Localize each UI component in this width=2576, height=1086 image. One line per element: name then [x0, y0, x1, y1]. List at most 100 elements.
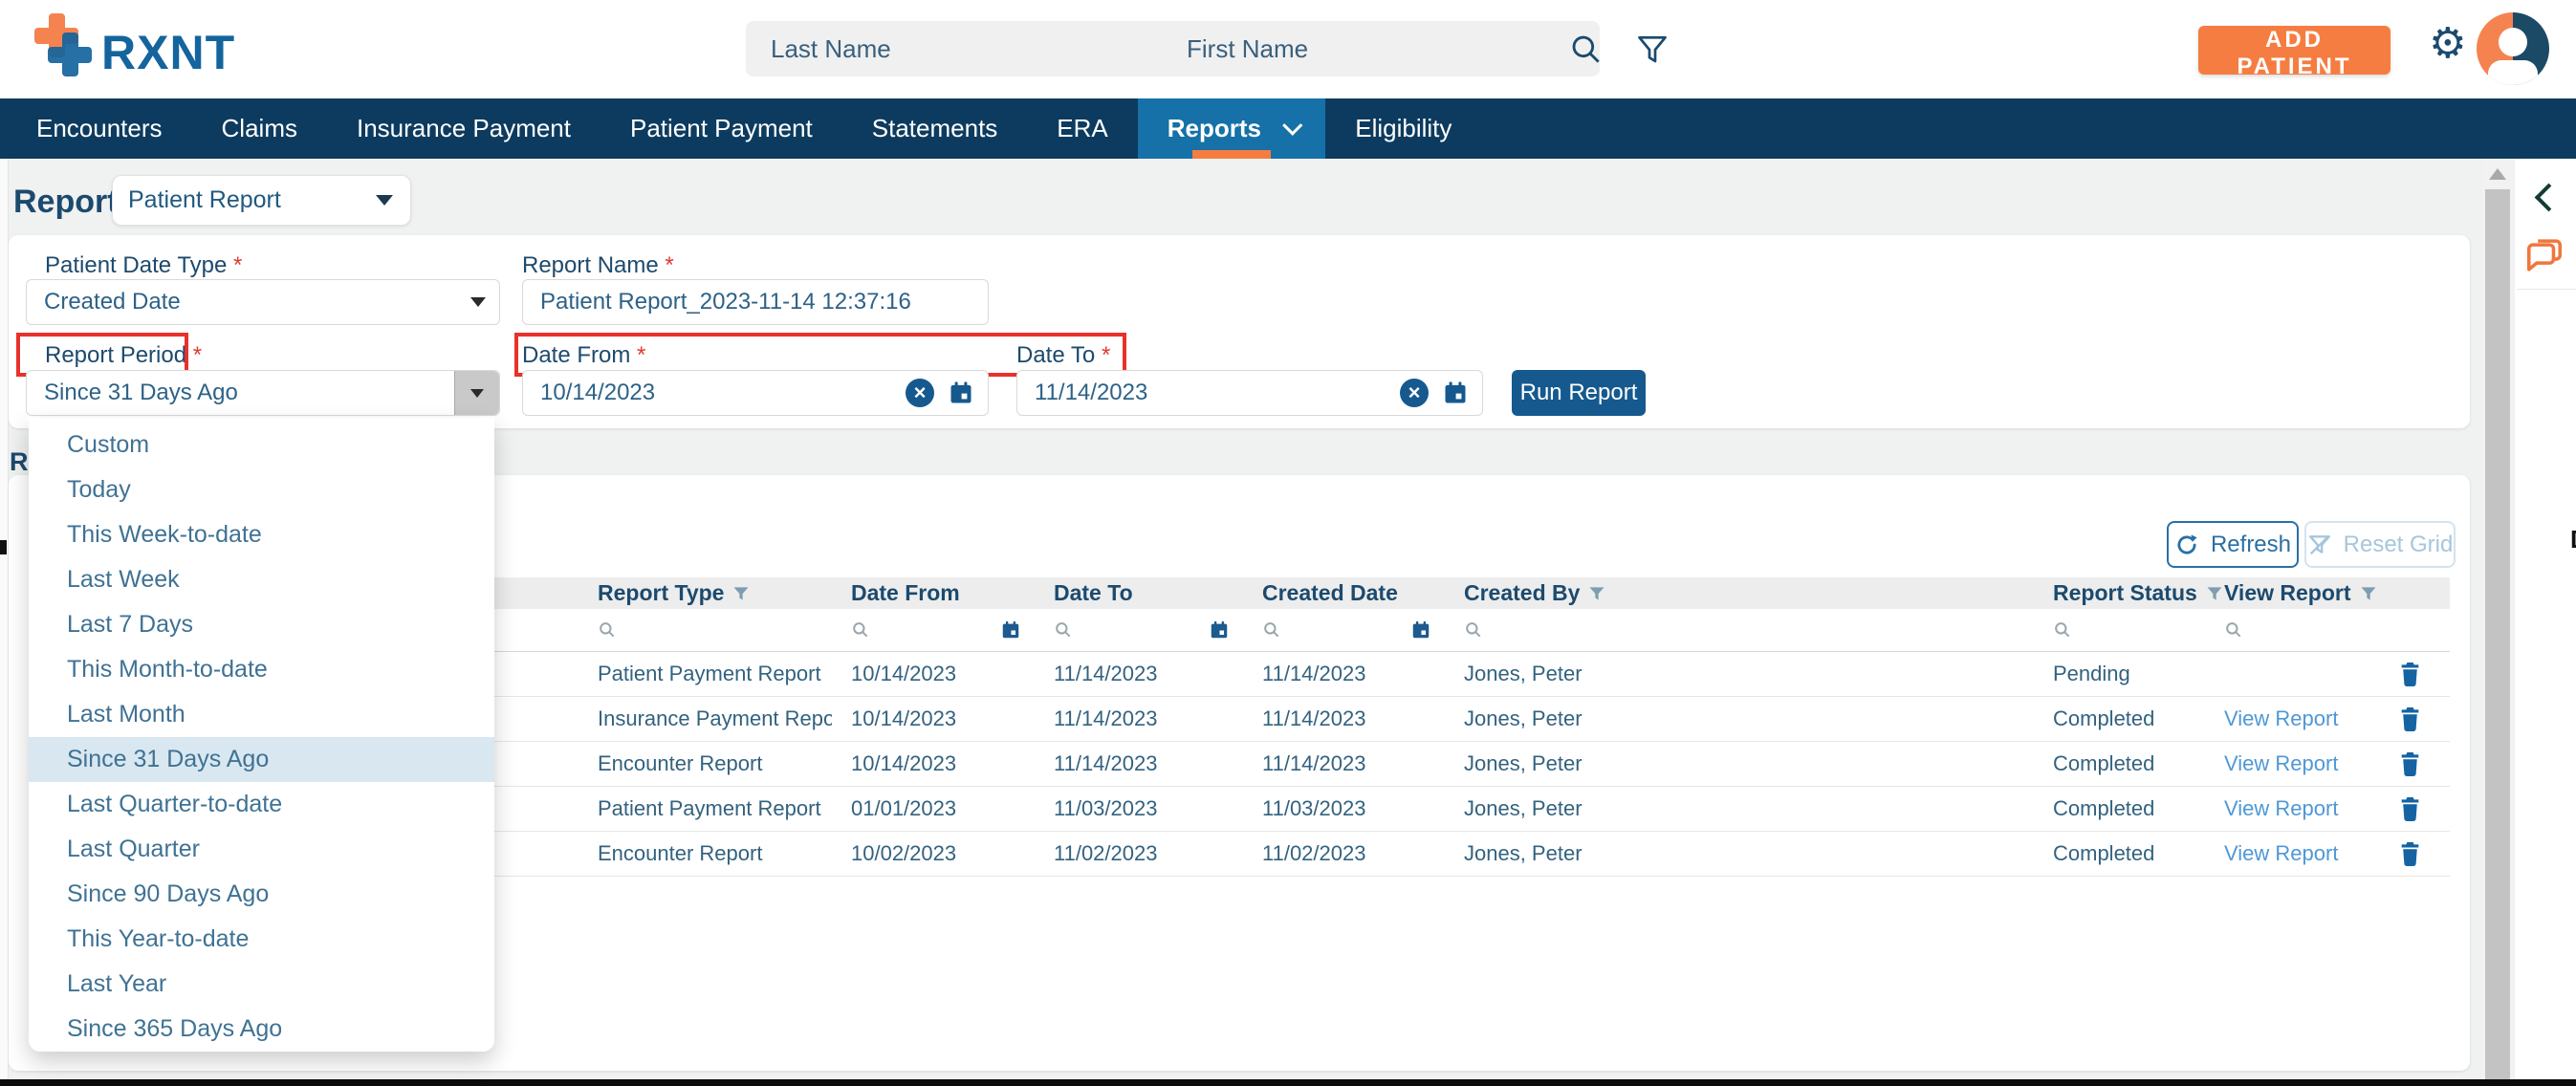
scrollbar-thumb[interactable]	[2485, 189, 2510, 1086]
chevron-down-icon	[376, 195, 393, 206]
dropdown-option[interactable]: Last 7 Days	[29, 602, 494, 647]
refresh-label: Refresh	[2211, 532, 2291, 558]
funnel-icon[interactable]	[731, 584, 751, 603]
calendar-icon[interactable]	[1442, 380, 1469, 406]
cell-view-report: View Report	[2205, 796, 2362, 821]
filter-funnel-icon[interactable]	[1635, 32, 1670, 68]
funnel-slash-icon	[2307, 532, 2332, 557]
dropdown-option[interactable]: Custom	[29, 423, 494, 467]
cell-view-report: View Report	[2205, 706, 2362, 731]
page-title: Report	[13, 184, 119, 221]
filter-created-by[interactable]	[1445, 620, 2034, 640]
view-report-link[interactable]: View Report	[2224, 796, 2338, 820]
filter-report-status[interactable]	[2034, 620, 2205, 640]
nav-item-statements[interactable]: Statements	[842, 98, 1028, 159]
dropdown-option[interactable]: This Year-to-date	[29, 917, 494, 962]
run-report-button[interactable]: Run Report	[1512, 370, 1646, 416]
cell-created-by: Jones, Peter	[1445, 706, 2034, 731]
date-from-input[interactable]: 10/14/2023 ×	[522, 370, 989, 416]
col-report-type[interactable]: Report Type	[579, 580, 832, 606]
col-view-report[interactable]: View Report	[2205, 580, 2362, 606]
calendar-icon[interactable]	[948, 380, 974, 406]
first-name-input[interactable]	[1162, 21, 1600, 76]
dropdown-option[interactable]: Since 365 Days Ago	[29, 1007, 494, 1052]
view-report-link[interactable]: View Report	[2224, 751, 2338, 775]
nav-item-encounters[interactable]: Encounters	[7, 98, 192, 159]
chat-icon[interactable]	[2522, 233, 2566, 277]
delete-report-button[interactable]	[2362, 706, 2450, 732]
gear-icon[interactable]: ⚙	[2429, 23, 2466, 65]
search-icon	[1054, 620, 1073, 640]
nav-item-reports[interactable]: Reports	[1138, 98, 1325, 159]
chevron-down-icon	[1282, 116, 1302, 136]
nav-item-era[interactable]: ERA	[1027, 98, 1137, 159]
calendar-icon[interactable]	[1209, 619, 1230, 641]
clipped-right-text: D	[2570, 525, 2576, 552]
filter-report-type[interactable]	[579, 620, 832, 640]
col-created-date[interactable]: Created Date	[1243, 580, 1445, 606]
report-period-select[interactable]: Since 31 Days Ago	[26, 370, 500, 416]
cell-date-from: 10/14/2023	[832, 662, 1035, 686]
nav-item-insurance-payment[interactable]: Insurance Payment	[327, 98, 600, 159]
nav-item-eligibility[interactable]: Eligibility	[1325, 98, 1481, 159]
date-to-input[interactable]: 11/14/2023 ×	[1016, 370, 1483, 416]
delete-report-button[interactable]	[2362, 841, 2450, 867]
dropdown-option[interactable]: Last Month	[29, 692, 494, 737]
dropdown-option[interactable]: Last Quarter-to-date	[29, 782, 494, 827]
funnel-icon[interactable]	[2359, 584, 2378, 603]
add-patient-button[interactable]: ADD PATIENT	[2198, 26, 2390, 75]
col-date-to[interactable]: Date To	[1035, 580, 1243, 606]
top-header: RXNT ADD PATIENT ⚙	[0, 0, 2576, 98]
filter-view-report[interactable]	[2205, 620, 2362, 640]
cell-created-date: 11/14/2023	[1243, 706, 1445, 731]
last-name-input[interactable]	[746, 21, 1184, 76]
avatar[interactable]	[2477, 12, 2549, 85]
cell-created-by: Jones, Peter	[1445, 751, 2034, 776]
scrollbar-up-arrow[interactable]	[2489, 168, 2506, 180]
funnel-icon[interactable]	[1587, 584, 1606, 603]
cell-date-from: 01/01/2023	[832, 796, 1035, 821]
search-icon	[2053, 620, 2072, 640]
trash-icon	[2398, 751, 2422, 777]
search-icon	[598, 620, 617, 640]
reset-grid-button[interactable]: Reset Grid	[2304, 521, 2456, 568]
main-nav: Encounters Claims Insurance Payment Pati…	[0, 98, 2576, 159]
col-date-from[interactable]: Date From	[832, 580, 1035, 606]
dropdown-option[interactable]: Last Quarter	[29, 827, 494, 872]
dropdown-option[interactable]: Since 90 Days Ago	[29, 872, 494, 917]
report-period-dropdown-button[interactable]	[454, 371, 499, 415]
view-report-link[interactable]: View Report	[2224, 706, 2338, 730]
refresh-button[interactable]: Refresh	[2167, 521, 2299, 568]
calendar-icon[interactable]	[1410, 619, 1431, 641]
cell-date-to: 11/14/2023	[1035, 706, 1243, 731]
panel-divider	[2517, 289, 2576, 290]
delete-report-button[interactable]	[2362, 662, 2450, 687]
clear-date-icon[interactable]: ×	[1400, 379, 1429, 407]
dropdown-option[interactable]: Last Year	[29, 962, 494, 1007]
trash-icon	[2398, 841, 2422, 867]
dropdown-option[interactable]: This Week-to-date	[29, 512, 494, 557]
calendar-icon[interactable]	[1000, 619, 1021, 641]
dropdown-option[interactable]: Since 31 Days Ago	[29, 737, 494, 782]
patient-date-type-select[interactable]: Created Date	[26, 279, 500, 325]
nav-item-claims[interactable]: Claims	[192, 98, 327, 159]
dropdown-option[interactable]: Today	[29, 467, 494, 512]
col-report-status[interactable]: Report Status	[2034, 580, 2205, 606]
cell-report-type: Patient Payment Report	[579, 796, 832, 821]
filter-date-to[interactable]	[1035, 619, 1243, 641]
dropdown-option[interactable]: Last Week	[29, 557, 494, 602]
report-type-select[interactable]: Patient Report	[112, 175, 411, 226]
col-created-by[interactable]: Created By	[1445, 580, 2034, 606]
delete-report-button[interactable]	[2362, 796, 2450, 822]
filter-created-date[interactable]	[1243, 619, 1445, 641]
view-report-link[interactable]: View Report	[2224, 841, 2338, 865]
nav-item-patient-payment[interactable]: Patient Payment	[600, 98, 842, 159]
report-name-input[interactable]: Patient Report_2023-11-14 12:37:16	[522, 279, 989, 325]
cell-date-from: 10/14/2023	[832, 706, 1035, 731]
search-icon[interactable]	[1568, 32, 1605, 68]
report-form-card: Patient Date Type * Report Name * Create…	[9, 235, 2470, 428]
delete-report-button[interactable]	[2362, 751, 2450, 777]
clear-date-icon[interactable]: ×	[906, 379, 934, 407]
dropdown-option[interactable]: This Month-to-date	[29, 647, 494, 692]
filter-date-from[interactable]	[832, 619, 1035, 641]
